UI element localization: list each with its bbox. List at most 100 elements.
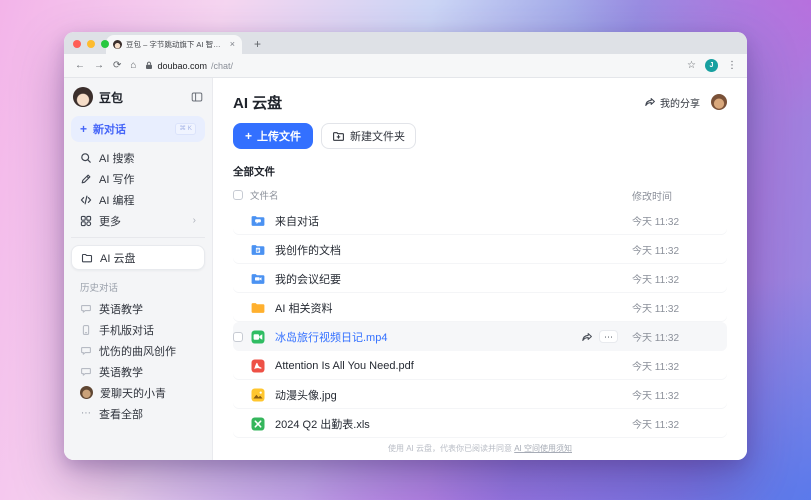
home-icon[interactable]: ⌂ — [130, 60, 136, 71]
sidebar-item-ai-coding[interactable]: AI 编程 — [71, 189, 205, 210]
file-row[interactable]: Attention Is All You Need.pdf 今天 11:32 — [233, 351, 727, 380]
browser-profile-avatar[interactable]: J — [705, 59, 718, 72]
file-name: 2024 Q2 出勤表.xls — [275, 418, 370, 431]
browser-tab[interactable]: 豆包 – 字节跳动旗下 AI 智能助手 × — [106, 35, 242, 54]
sidebar-item-more[interactable]: 更多 › — [71, 210, 205, 231]
plus-icon: + — [245, 129, 253, 143]
sidebar-item-ai-drive[interactable]: AI 云盘 — [71, 245, 205, 270]
file-row[interactable]: 2024 Q2 出勤表.xls 今天 11:32 — [233, 409, 727, 438]
desktop-background: 豆包 – 字节跳动旗下 AI 智能助手 × + ← → ⟳ ⌂ doubao.c… — [0, 0, 811, 500]
lock-icon — [146, 61, 153, 69]
file-time: 今天 11:32 — [632, 275, 680, 286]
new-folder-label: 新建文件夹 — [350, 131, 406, 143]
history-section-title: 历史对话 — [80, 283, 119, 294]
history-item[interactable]: 手机版对话 — [71, 319, 205, 340]
row-checkbox[interactable] — [233, 331, 243, 342]
collapse-sidebar-icon[interactable] — [191, 91, 203, 103]
terms-link[interactable]: AI 空间使用须知 — [514, 444, 572, 453]
file-name: 我创作的文档 — [275, 244, 341, 257]
tab-title: 豆包 – 字节跳动旗下 AI 智能助手 — [126, 40, 226, 49]
view-all-button[interactable]: ⋯ 查看全部 — [71, 403, 205, 424]
close-window-button[interactable] — [73, 40, 81, 48]
drive-section: AI 云盘 — [71, 237, 205, 270]
folder-icon — [250, 300, 266, 316]
folder-video-icon — [250, 271, 266, 287]
tab-close-icon[interactable]: × — [230, 40, 235, 49]
browser-menu-icon[interactable]: ⋮ — [727, 60, 737, 71]
new-folder-button[interactable]: 新建文件夹 — [321, 123, 417, 149]
file-time: 今天 11:32 — [632, 362, 680, 373]
history-item-label: 英语教学 — [99, 366, 143, 379]
sidebar-item-label: AI 编程 — [99, 194, 135, 207]
excel-file-icon — [250, 416, 266, 432]
browser-window: 豆包 – 字节跳动旗下 AI 智能助手 × + ← → ⟳ ⌂ doubao.c… — [64, 32, 747, 460]
my-share-button[interactable]: 我的分享 — [644, 95, 700, 110]
history-item[interactable]: 爱聊天的小青 — [71, 382, 205, 403]
history-item[interactable]: 英语教学 — [71, 361, 205, 382]
chat-bubble-icon — [81, 367, 91, 376]
share-file-icon[interactable] — [581, 331, 593, 343]
ellipsis-icon: ⋯ — [81, 407, 91, 419]
actions-toolbar: + 上传文件 新建文件夹 — [233, 123, 727, 149]
file-row[interactable]: AI 相关资料 今天 11:32 — [233, 293, 727, 322]
new-chat-button[interactable]: + 新对话 ⌘ K — [71, 116, 205, 142]
history-item-label: 爱聊天的小青 — [100, 387, 166, 400]
minimize-window-button[interactable] — [87, 40, 95, 48]
file-time: 今天 11:32 — [632, 391, 680, 402]
terms-text: 使用 AI 云盘，代表你已阅读并同意 — [387, 444, 515, 453]
file-name: 我的会议纪要 — [275, 273, 341, 286]
new-chat-shortcut-badge: ⌘ K — [175, 123, 196, 135]
sidebar-item-label: AI 写作 — [99, 173, 135, 186]
file-row[interactable]: 动漫头像.jpg 今天 11:32 — [233, 380, 727, 409]
back-icon[interactable]: ← — [75, 60, 85, 71]
sidebar-header: 豆包 — [73, 86, 203, 108]
sidebar-item-ai-writing[interactable]: AI 写作 — [71, 168, 205, 189]
sidebar: 豆包 + 新对话 ⌘ K AI 搜索 AI 写作 AI 编程 更多 › AI 云… — [64, 78, 213, 460]
chat-bubble-icon — [81, 346, 91, 355]
file-name: 冰岛旅行视频日记.mp4 — [275, 331, 388, 344]
bookmark-star-icon[interactable]: ☆ — [687, 60, 696, 71]
address-bar[interactable]: doubao.com/chat/ — [145, 61, 678, 71]
maximize-window-button[interactable] — [101, 40, 109, 48]
search-icon — [81, 152, 91, 163]
file-name: 动漫头像.jpg — [275, 389, 337, 402]
url-path: /chat/ — [210, 60, 233, 71]
sidebar-item-label: AI 搜索 — [99, 152, 135, 165]
more-actions-button[interactable]: ⋯ — [599, 330, 618, 343]
new-tab-button[interactable]: + — [254, 38, 261, 50]
page-title: AI 云盘 — [233, 94, 283, 112]
history-item[interactable]: 忧伤的曲风创作 — [71, 340, 205, 361]
select-all-checkbox[interactable] — [233, 190, 243, 200]
file-row-selected[interactable]: 冰岛旅行视频日记.mp4 ⋯ 今天 11:32 — [233, 322, 727, 351]
file-time: 今天 11:32 — [632, 304, 680, 315]
drive-main-panel: AI 云盘 我的分享 + 上传文件 新建文件夹 全部文件 文件名 修改时间 来自… — [213, 78, 747, 460]
file-time: 今天 11:32 — [632, 420, 680, 431]
forward-icon[interactable]: → — [94, 60, 104, 71]
browser-toolbar: ← → ⟳ ⌂ doubao.com/chat/ ☆ J ⋮ — [64, 54, 747, 78]
row-actions: ⋯ — [581, 330, 618, 343]
file-row[interactable]: 我创作的文档 今天 11:32 — [233, 235, 727, 264]
file-name: 来自对话 — [275, 215, 319, 228]
plus-icon: + — [80, 122, 88, 136]
bot-avatar — [80, 386, 93, 399]
sidebar-item-label: 更多 — [99, 215, 121, 228]
browser-tab-strip: 豆包 – 字节跳动旗下 AI 智能助手 × + — [64, 32, 747, 54]
chat-bubble-icon — [81, 304, 91, 313]
file-row[interactable]: 我的会议纪要 今天 11:32 — [233, 264, 727, 293]
drive-header: AI 云盘 我的分享 — [233, 91, 727, 113]
file-name: Attention Is All You Need.pdf — [275, 359, 414, 372]
pdf-file-icon — [250, 358, 266, 374]
name-column-header: 文件名 — [250, 191, 279, 202]
file-row[interactable]: 来自对话 今天 11:32 — [233, 206, 727, 235]
history-item-label: 手机版对话 — [99, 324, 154, 337]
user-avatar[interactable] — [711, 94, 727, 110]
doubao-logo-avatar — [73, 87, 93, 107]
file-table-header: 文件名 修改时间 — [233, 184, 727, 206]
sidebar-item-ai-search[interactable]: AI 搜索 — [71, 147, 205, 168]
history-item-label: 英语教学 — [99, 303, 143, 316]
history-item[interactable]: 英语教学 — [71, 298, 205, 319]
upload-file-button[interactable]: + 上传文件 — [233, 123, 314, 149]
my-share-label: 我的分享 — [660, 98, 700, 110]
refresh-icon[interactable]: ⟳ — [113, 60, 121, 71]
view-all-label: 查看全部 — [99, 408, 143, 421]
